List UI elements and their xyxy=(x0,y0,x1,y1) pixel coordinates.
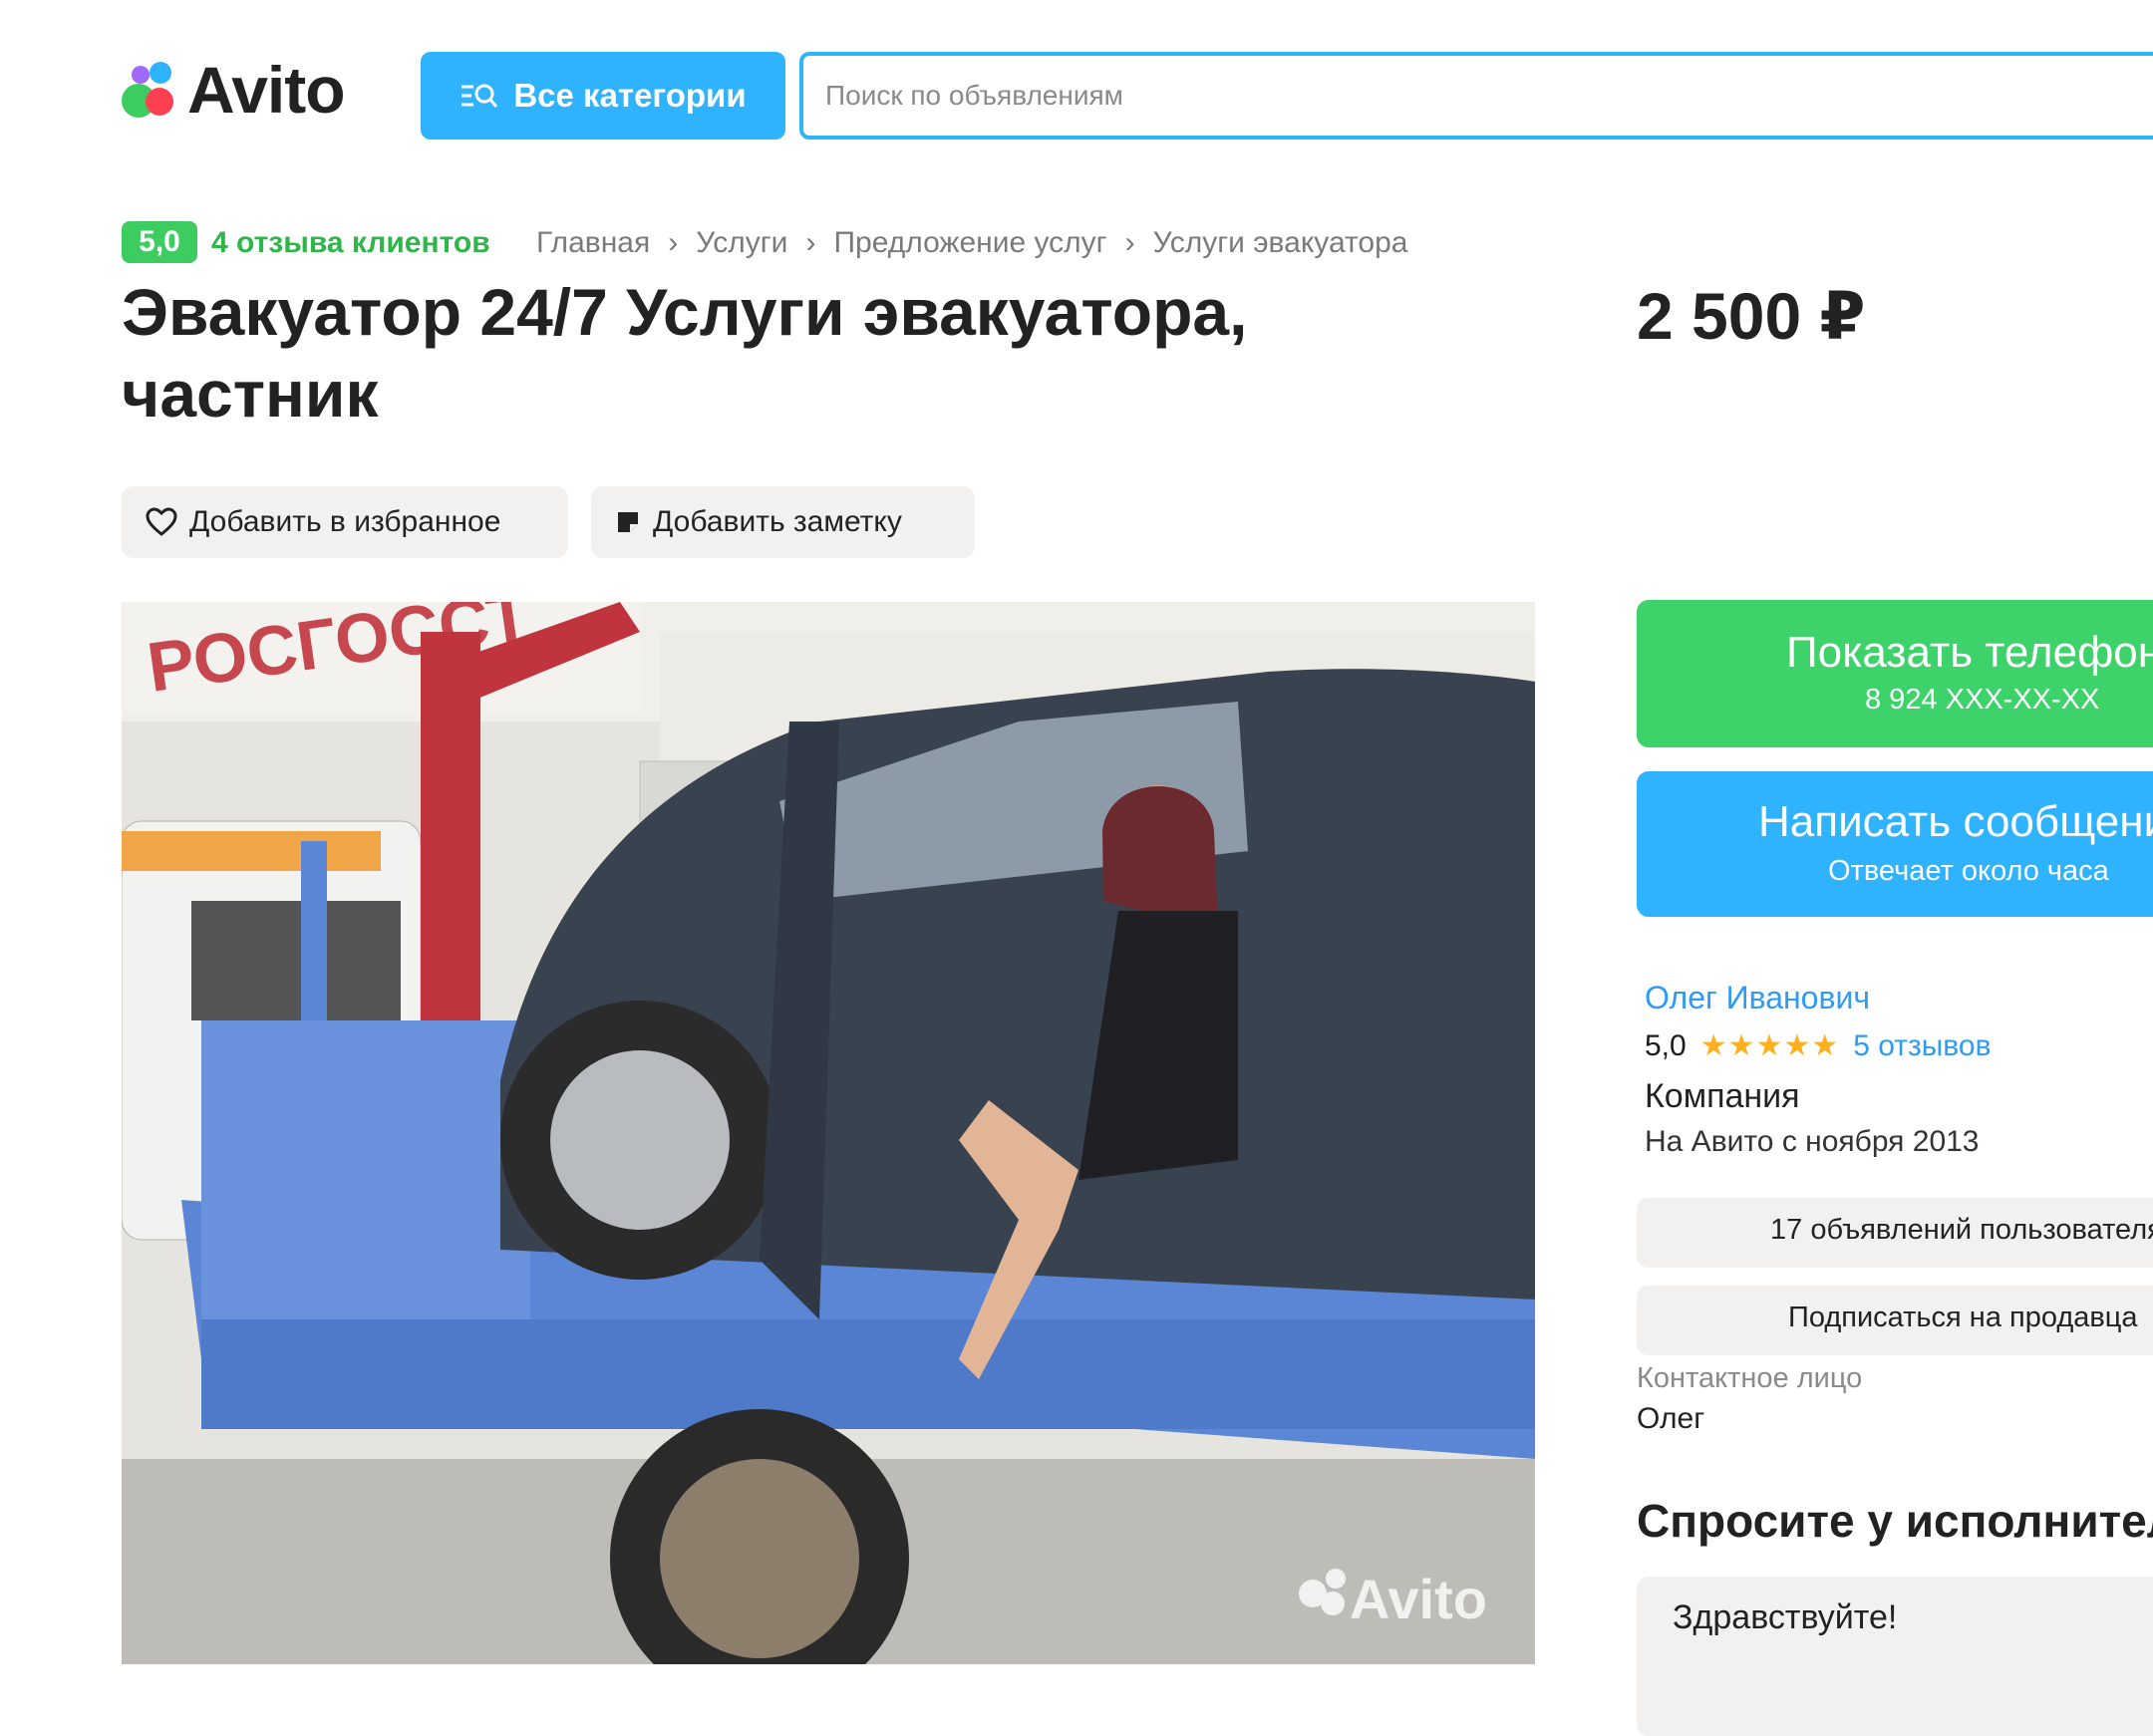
write-message-button[interactable]: Написать сообщение Отвечает около часа xyxy=(1637,771,2153,917)
listing-title: Эвакуатор 24/7 Услуги эвакуатора, частни… xyxy=(122,275,1248,431)
add-note-label: Добавить заметку xyxy=(653,505,902,538)
rating-badge: 5,0 xyxy=(122,221,197,263)
add-to-favorites-button[interactable]: Добавить в избранное xyxy=(122,486,568,558)
seller-rating-value: 5,0 xyxy=(1645,1029,1687,1062)
heart-icon xyxy=(146,507,177,536)
ask-message-value: Здравствуйте! xyxy=(1673,1598,1898,1636)
listing-photo[interactable]: РОСГОССТ Avito xyxy=(122,602,1535,1664)
subscribe-seller-button[interactable]: Подписаться на продавца xyxy=(1637,1286,2153,1355)
chevron-right-icon: › xyxy=(668,226,679,259)
seller-name-link[interactable]: Олег Иванович xyxy=(1645,977,1870,1018)
seller-ads-button[interactable]: 17 объявлений пользователя xyxy=(1637,1198,2153,1268)
contact-person-label: Контактное лицо xyxy=(1637,1362,1863,1394)
listing-price: 2 500 ₽ xyxy=(1637,279,1866,353)
logo-text: Avito xyxy=(187,53,346,127)
categories-search-icon xyxy=(461,84,498,108)
star-rating-icon: ★★★★★ xyxy=(1699,1029,1840,1062)
breadcrumb-service-offers[interactable]: Предложение услуг xyxy=(833,223,1106,263)
logo-dots-icon xyxy=(122,58,181,122)
breadcrumb-tow-services[interactable]: Услуги эвакуатора xyxy=(1153,223,1408,263)
breadcrumb: Главная › Услуги › Предложение услуг › У… xyxy=(536,223,1407,263)
seller-type: Компания xyxy=(1645,1077,1800,1115)
response-time: Отвечает около часа xyxy=(1828,855,2109,887)
subscribe-seller-label: Подписаться на продавца xyxy=(1788,1302,2138,1333)
write-message-label: Написать сообщение xyxy=(1758,797,2153,846)
seller-since: На Авито с ноября 2013 xyxy=(1645,1125,1980,1158)
breadcrumb-home[interactable]: Главная xyxy=(536,223,650,263)
seller-reviews-link[interactable]: 5 отзывов xyxy=(1853,1026,1991,1066)
tow-truck-photo: РОСГОССТ Avito xyxy=(122,602,1535,1664)
seller-rating: 5,0 ★★★★★ 5 отзывов xyxy=(1645,1026,1992,1066)
breadcrumb-services[interactable]: Услуги xyxy=(696,223,787,263)
show-phone-button[interactable]: Показать телефон 8 924 XXX-XX-XX xyxy=(1637,600,2153,747)
ask-message-field[interactable]: Здравствуйте! xyxy=(1637,1577,2153,1736)
chevron-right-icon: › xyxy=(805,226,816,259)
seller-ads-label: 17 объявлений пользователя xyxy=(1770,1214,2153,1246)
show-phone-label: Показать телефон xyxy=(1786,628,2153,677)
all-categories-label: Все категории xyxy=(513,77,747,114)
search-input[interactable] xyxy=(799,52,2153,140)
add-note-button[interactable]: Добавить заметку xyxy=(591,486,975,558)
masked-phone: 8 924 XXX-XX-XX xyxy=(1865,684,2100,716)
all-categories-button[interactable]: Все категории xyxy=(421,52,785,140)
client-reviews-link[interactable]: 4 отзыва клиентов xyxy=(211,223,490,263)
avito-logo[interactable]: Avito xyxy=(122,53,371,127)
note-icon xyxy=(618,512,638,532)
ask-performer-heading: Спросите у исполнителя xyxy=(1637,1495,2153,1547)
chevron-right-icon: › xyxy=(1124,226,1135,259)
add-to-favorites-label: Добавить в избранное xyxy=(189,505,501,538)
photo-watermark: Avito xyxy=(1350,1568,1487,1630)
contact-person-name: Олег xyxy=(1637,1402,1705,1435)
